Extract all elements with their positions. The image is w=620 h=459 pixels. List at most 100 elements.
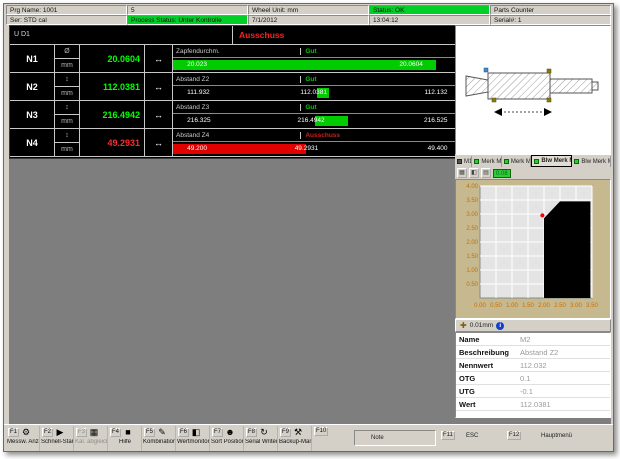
- status-header: Prg Name: 1001 5 Wheel Unit: mm Status: …: [6, 5, 611, 25]
- header-field-wheel-unit: Wheel Unit: mm: [248, 5, 369, 15]
- tab-merk-m4[interactable]: Merk M4: [502, 156, 532, 167]
- distance-symbol-icon: ↕: [55, 129, 79, 143]
- scale-min-label: 111.932: [187, 89, 210, 96]
- tolerance-chart: 0.000.501.001.502.002.503.003.500.501.00…: [456, 180, 610, 318]
- function-key-toolbar: F1⚙ Messw. Anzeige F2▶ Schnell-Start F3▦…: [4, 424, 613, 451]
- header-field-process-status: Process Status: Unter Kontrolle: [127, 15, 248, 25]
- keycap: F10: [314, 427, 328, 436]
- svg-text:2.50: 2.50: [466, 226, 478, 232]
- diameter-symbol-icon: Ø: [55, 45, 79, 59]
- measurement-name: N1: [10, 45, 55, 72]
- chart-toolbar: ▦ ◧ ▤ 0.08: [455, 167, 611, 179]
- svg-text:3.00: 3.00: [466, 212, 478, 218]
- f1-button[interactable]: F1⚙ Messw. Anzeige: [7, 426, 40, 451]
- tab-m1[interactable]: M1: [455, 156, 472, 167]
- monitor-icon: ◧: [190, 427, 202, 438]
- property-row: UTG -0.1: [456, 385, 610, 398]
- start-icon: ▶: [54, 427, 66, 438]
- scale-value-label: 20.0604: [399, 61, 423, 68]
- row-status-label: Gut: [300, 76, 316, 83]
- layout-icon[interactable]: ▦: [457, 168, 467, 178]
- f8-button[interactable]: F8↻ Serial Writer: [245, 426, 278, 451]
- f-key-caption: Schnell-Start: [41, 439, 73, 446]
- tab-label: Blw Merk M2: [541, 158, 572, 164]
- property-row: Beschreibung Abstand Z2: [456, 346, 610, 359]
- scale-value-label: 216.4942: [298, 117, 325, 124]
- f12-button[interactable]: F12: [507, 431, 521, 440]
- f5-button[interactable]: F5✎ Kombination: [143, 426, 176, 451]
- tab-label: Merk M4: [511, 159, 532, 165]
- keycap: F7: [212, 428, 223, 437]
- person-icon: ☻: [224, 427, 236, 438]
- feature-row: Abstand Z3 Gut: [173, 101, 456, 114]
- note-field: Note: [354, 430, 436, 446]
- tolerance-bar-track: 111.932 112.0381 112.132: [173, 86, 456, 100]
- pan-icon[interactable]: ◧: [469, 168, 479, 178]
- measurement-row-n1[interactable]: N1 Ø mm 20.0604 ↔ Zapfendurchm. Gut 20.0…: [10, 45, 456, 73]
- scale-min-label: 216.325: [187, 117, 211, 124]
- property-label: Wert: [456, 400, 520, 409]
- measurement-panel: U D1 Ausschuss N1 Ø mm 20.0604 ↔ Zapfend…: [9, 25, 457, 159]
- f11-button[interactable]: F11: [441, 431, 455, 440]
- distance-symbol-icon: ↕: [55, 101, 79, 115]
- row-status-label: Gut: [300, 48, 316, 55]
- scale-max-label: 112.132: [425, 89, 448, 96]
- f10-button[interactable]: F10: [313, 426, 346, 451]
- property-label: OTG: [456, 374, 520, 383]
- f4-button[interactable]: F4■ Hilfe: [109, 426, 142, 451]
- header-field-part: 5: [127, 5, 248, 15]
- tab-merk-m2[interactable]: Merk M2: [472, 156, 502, 167]
- property-row: OTG 0.1: [456, 372, 610, 385]
- tolerance-chart-panel: 0.000.501.001.502.002.503.003.500.501.00…: [455, 179, 611, 319]
- feature-label: Abstand Z2: [176, 76, 209, 83]
- symbol-cell: ↕ mm: [55, 129, 80, 156]
- pen-icon: ✎: [156, 427, 168, 438]
- measurement-name: N2: [10, 73, 55, 100]
- f6-button[interactable]: F6◧ Wertmonitor: [177, 426, 210, 451]
- f9-button[interactable]: F9⚒ Backup-Manager: [279, 426, 312, 451]
- calibrate-icon: ▦: [88, 427, 100, 438]
- property-value: -0.1: [520, 387, 533, 396]
- overall-status-label: Ausschuss: [233, 26, 290, 44]
- direction-arrow-icon: ↔: [145, 129, 173, 156]
- measurement-row-n2[interactable]: N2 ↕ mm 112.0381 ↔ Abstand Z2 Gut 111.93…: [10, 73, 456, 101]
- feature-properties-table: Name M2 Beschreibung Abstand Z2 Nennwert…: [455, 332, 611, 418]
- measured-value: 20.0604: [80, 45, 145, 72]
- direction-arrow-icon: ↔: [145, 45, 173, 72]
- header-field-date: 7/1/2012: [248, 15, 369, 25]
- measurement-row-n4[interactable]: N4 ↕ mm 49.2931 ↔ Abstand Z4 Ausschuss 4…: [10, 129, 456, 157]
- measurement-row-n3[interactable]: N3 ↕ mm 216.4942 ↔ Abstand Z3 Gut 216.32…: [10, 101, 456, 129]
- f3-button[interactable]: F3▦ Kal. abgleichen: [75, 426, 108, 451]
- f2-button[interactable]: F2▶ Schnell-Start: [41, 426, 74, 451]
- tab-blw-merk-m4[interactable]: Blw Merk M4: [572, 156, 611, 167]
- crosshair-icon: ✚: [460, 322, 467, 330]
- tab-label: M1: [464, 159, 472, 165]
- tolerance-bar: [173, 60, 436, 70]
- resolution-label: 0.01mm: [470, 322, 493, 329]
- machine-icon: ⚙: [20, 427, 32, 438]
- f-key-caption: Messw. Anzeige: [7, 439, 39, 446]
- feature-row: Zapfendurchm. Gut: [173, 45, 456, 58]
- chart-mode-icon[interactable]: ▤: [481, 168, 491, 178]
- panel-title: U D1: [10, 26, 233, 44]
- svg-text:3.50: 3.50: [586, 303, 598, 309]
- keycap: F2: [42, 428, 53, 437]
- measured-value: 216.4942: [80, 101, 145, 128]
- scale-chip[interactable]: 0.08: [493, 169, 511, 178]
- info-icon[interactable]: i: [496, 322, 504, 330]
- property-value: 112.032: [520, 361, 547, 370]
- property-value: 112.0381: [520, 400, 551, 409]
- f7-button[interactable]: F7☻ Sort Position: [211, 426, 244, 451]
- feature-label: Abstand Z4: [176, 132, 209, 139]
- green-status-icon: [534, 159, 539, 164]
- panel-header: U D1 Ausschuss: [10, 26, 456, 45]
- property-value: 0.1: [520, 374, 530, 383]
- svg-text:0.00: 0.00: [474, 303, 486, 309]
- unit-label: mm: [55, 115, 79, 128]
- keycap: F8: [246, 428, 257, 437]
- header-field-time: 13:04:12: [369, 15, 490, 25]
- measured-value: 112.0381: [80, 73, 145, 100]
- green-status-icon: [474, 159, 479, 164]
- tab-blw-merk-m2[interactable]: Blw Merk M2: [531, 155, 572, 167]
- direction-arrow-icon: ↔: [145, 73, 173, 100]
